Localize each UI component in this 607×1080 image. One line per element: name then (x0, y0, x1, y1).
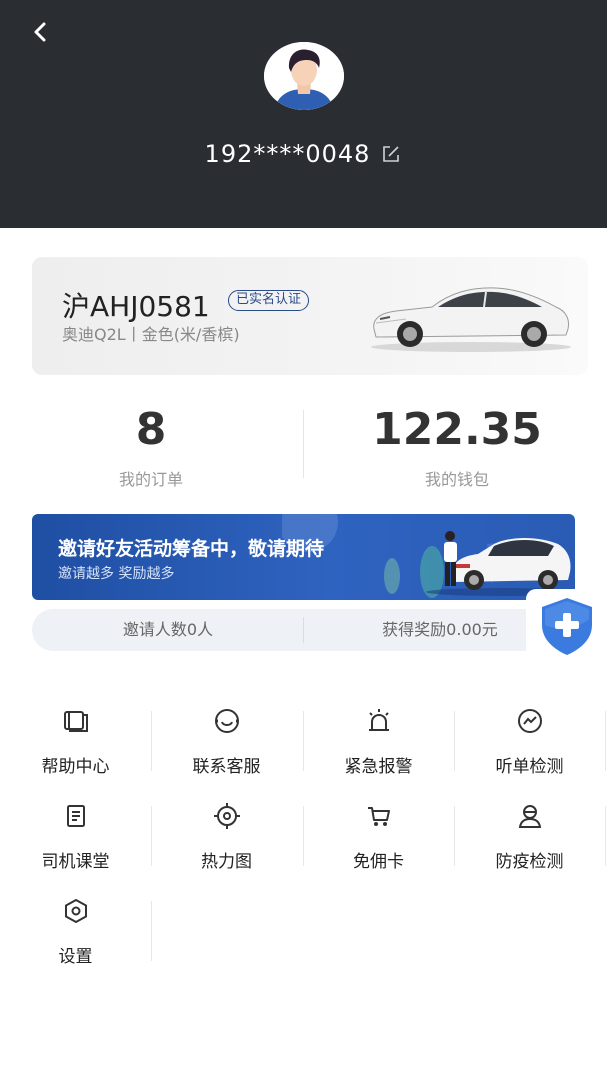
avatar[interactable] (264, 42, 344, 110)
banner-title: 邀请好友活动筹备中，敬请期待 (58, 538, 325, 560)
menu-help-center[interactable]: 帮助中心 (0, 700, 151, 780)
menu-commission-card[interactable]: 免佣卡 (303, 795, 454, 875)
epidemic-check-icon (515, 801, 545, 831)
orders-count: 8 (135, 404, 167, 455)
wallet-label: 我的钱包 (424, 470, 489, 489)
menu-label: 热力图 (201, 852, 252, 872)
menu-driver-class[interactable]: 司机课堂 (0, 795, 151, 875)
menu-label: 设置 (58, 947, 93, 967)
invite-stats-bar: 邀请人数0人 获得奖励0.00元 (32, 609, 575, 651)
back-button[interactable] (24, 16, 56, 48)
edit-icon[interactable] (380, 143, 402, 165)
safety-shield-button[interactable] (526, 589, 607, 663)
menu-label: 免佣卡 (353, 852, 404, 872)
menu-label: 帮助中心 (41, 757, 110, 777)
menu-customer-service[interactable]: 联系客服 (151, 700, 302, 780)
stats-divider (303, 410, 304, 478)
menu-label: 防疫检测 (495, 852, 564, 872)
menu-heatmap[interactable]: 热力图 (151, 795, 302, 875)
grid-divider (605, 711, 606, 771)
invite-count: 邀请人数0人 (122, 620, 214, 639)
banner-subtitle: 邀请越多 奖励越多 (58, 566, 175, 582)
chevron-left-icon (34, 22, 46, 42)
phone-number: 192****0048 (204, 140, 371, 168)
menu-settings[interactable]: 设置 (0, 890, 151, 970)
license-plate: 沪AHJ0581 (62, 290, 210, 323)
settings-hexagon-icon (61, 896, 91, 926)
vehicle-description: 奥迪Q2L丨金色(米/香槟) (62, 325, 240, 344)
cart-icon (364, 801, 394, 831)
customer-service-icon (212, 706, 242, 736)
menu-order-detect[interactable]: 听单检测 (454, 700, 605, 780)
stats-row: 8 我的订单 122.35 我的钱包 (0, 400, 607, 500)
heatmap-target-icon (212, 801, 242, 831)
menu-label: 听单检测 (495, 757, 564, 777)
grid-divider (151, 901, 152, 961)
driver-class-icon (61, 801, 91, 831)
alarm-siren-icon (364, 706, 394, 736)
menu-label: 司机课堂 (41, 852, 110, 872)
verified-badge: 已实名认证 (228, 290, 310, 311)
banner-illustration (282, 514, 575, 598)
invite-banner[interactable]: 邀请好友活动筹备中，敬请期待 邀请越多 奖励越多 (32, 514, 575, 600)
grid-divider (605, 806, 606, 866)
menu-emergency-alarm[interactable]: 紧急报警 (303, 700, 454, 780)
car-image (371, 287, 571, 352)
vehicle-card[interactable]: 沪AHJ0581 已实名认证 奥迪Q2L丨金色(米/香槟) (32, 257, 588, 375)
menu-label: 紧急报警 (344, 757, 413, 777)
wallet-balance: 122.35 (372, 404, 542, 455)
shield-plus-icon (541, 598, 592, 655)
help-book-icon (61, 706, 91, 736)
order-detect-icon (515, 706, 545, 736)
my-orders[interactable]: 8 我的订单 (32, 400, 270, 490)
my-wallet[interactable]: 122.35 我的钱包 (338, 400, 576, 490)
orders-label: 我的订单 (118, 470, 183, 489)
menu-epidemic-check[interactable]: 防疫检测 (454, 795, 605, 875)
menu-label: 联系客服 (192, 757, 261, 777)
profile-header: 192****0048 (0, 0, 607, 228)
